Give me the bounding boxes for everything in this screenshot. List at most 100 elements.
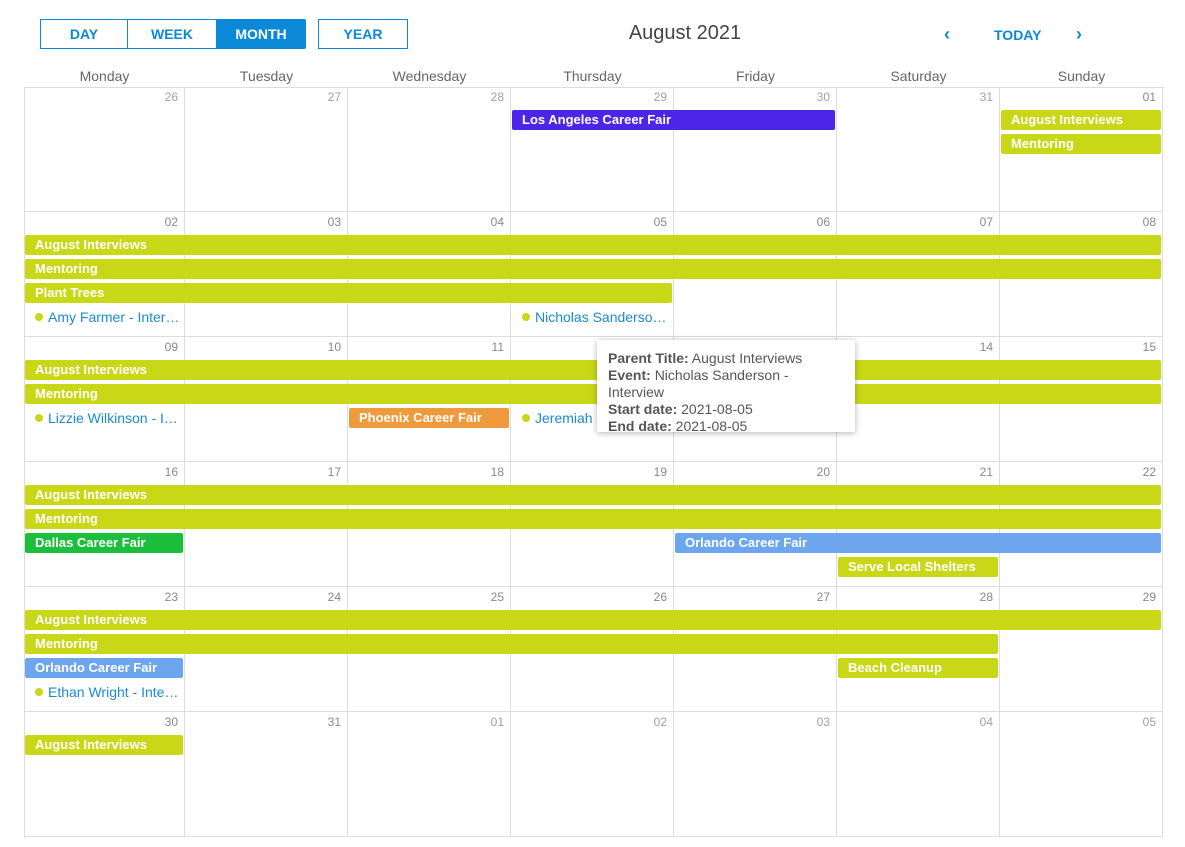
day-number: 21	[979, 465, 993, 479]
event-bar[interactable]: August Interviews	[1001, 110, 1161, 130]
day-number: 10	[327, 340, 341, 354]
day-cell[interactable]: 29	[1000, 587, 1163, 712]
event-bar[interactable]: Los Angeles Career Fair	[512, 110, 835, 130]
day-cell[interactable]: 29	[511, 87, 674, 212]
day-number: 30	[816, 90, 830, 104]
event-bar[interactable]: Mentoring	[25, 634, 998, 654]
event-bar[interactable]: Serve Local Shelters	[838, 557, 998, 577]
event-title: Los Angeles Career Fair	[522, 112, 672, 127]
event-bar[interactable]: Mentoring	[25, 384, 1161, 404]
event-title: August Interviews	[35, 237, 147, 252]
day-number: 16	[164, 465, 178, 479]
event-title: August Interviews	[35, 487, 147, 502]
event-title: Serve Local Shelters	[848, 559, 976, 574]
day-number: 18	[490, 465, 504, 479]
day-header-wednesday: Wednesday	[392, 68, 467, 84]
day-number: 02	[164, 215, 178, 229]
event-item[interactable]: Ethan Wright - Interview	[25, 682, 183, 702]
day-number: 07	[979, 215, 993, 229]
day-cell[interactable]: 05	[1000, 712, 1163, 837]
day-cell[interactable]: 01	[348, 712, 511, 837]
chevron-left-icon[interactable]: ‹	[944, 24, 950, 45]
tooltip-start: 2021-08-05	[681, 401, 753, 417]
event-title: Orlando Career Fair	[35, 660, 158, 675]
day-number: 26	[164, 90, 178, 104]
day-number: 23	[164, 590, 178, 604]
tooltip-end-label: End date:	[608, 418, 672, 434]
event-title: Ethan Wright - Interview	[48, 684, 183, 700]
day-number: 03	[816, 715, 830, 729]
event-title: Nicholas Sanderson - Interview	[535, 309, 672, 325]
day-number: 04	[490, 215, 504, 229]
day-number: 27	[327, 90, 341, 104]
day-header-friday: Friday	[736, 68, 775, 84]
day-number: 04	[979, 715, 993, 729]
day-cell[interactable]: 30	[24, 712, 185, 837]
day-cell[interactable]: 31	[837, 87, 1000, 212]
event-bar[interactable]: August Interviews	[25, 610, 1161, 630]
day-number: 08	[1142, 215, 1156, 229]
event-bar[interactable]: Orlando Career Fair	[25, 658, 183, 678]
event-dot-icon	[522, 313, 530, 321]
day-cell[interactable]: 31	[185, 712, 348, 837]
day-number: 29	[1142, 590, 1156, 604]
day-number: 28	[490, 90, 504, 104]
day-number: 19	[653, 465, 667, 479]
event-bar[interactable]: August Interviews	[25, 735, 183, 755]
event-bar[interactable]: Mentoring	[25, 509, 1161, 529]
chevron-right-icon[interactable]: ›	[1076, 24, 1082, 45]
day-number: 28	[979, 590, 993, 604]
day-number: 15	[1142, 340, 1156, 354]
day-header-thursday: Thursday	[563, 68, 622, 84]
event-title: Mentoring	[1011, 136, 1074, 151]
day-number: 09	[164, 340, 178, 354]
day-number: 26	[653, 590, 667, 604]
event-title: Mentoring	[35, 386, 98, 401]
event-title: Orlando Career Fair	[685, 535, 808, 550]
event-item[interactable]: Amy Farmer - Interview	[25, 307, 183, 327]
view-day-button[interactable]: DAY	[40, 19, 128, 49]
day-number: 29	[653, 90, 667, 104]
today-button[interactable]: TODAY	[994, 27, 1041, 43]
event-item[interactable]: Nicholas Sanderson - Interview	[512, 307, 672, 327]
day-header-saturday: Saturday	[890, 68, 947, 84]
day-cell[interactable]: 26	[24, 87, 185, 212]
event-bar[interactable]: Beach Cleanup	[838, 658, 998, 678]
event-bar[interactable]: Orlando Career Fair	[675, 533, 1161, 553]
day-number: 22	[1142, 465, 1156, 479]
day-number: 06	[816, 215, 830, 229]
event-bar[interactable]: Mentoring	[25, 259, 1161, 279]
day-number: 02	[653, 715, 667, 729]
view-year-button[interactable]: YEAR	[318, 19, 408, 49]
view-week-button[interactable]: WEEK	[127, 19, 217, 49]
day-number: 31	[979, 90, 993, 104]
event-dot-icon	[522, 414, 530, 422]
day-cell[interactable]: 03	[674, 712, 837, 837]
day-cell[interactable]: 30	[674, 87, 837, 212]
month-grid: Monday Tuesday Wednesday Thursday Friday Satu…	[24, 66, 1164, 838]
event-title: Mentoring	[35, 261, 98, 276]
day-cell[interactable]: 27	[185, 87, 348, 212]
event-bar[interactable]: Mentoring	[1001, 134, 1161, 154]
view-month-button[interactable]: MONTH	[216, 19, 306, 49]
event-dot-icon	[35, 414, 43, 422]
event-bar[interactable]: Dallas Career Fair	[25, 533, 183, 553]
event-title: Amy Farmer - Interview	[48, 309, 183, 325]
event-bar[interactable]: Phoenix Career Fair	[349, 408, 509, 428]
event-bar[interactable]: August Interviews	[25, 360, 1161, 380]
event-bar[interactable]: August Interviews	[25, 235, 1161, 255]
day-header-tuesday: Tuesday	[239, 68, 294, 84]
day-cell[interactable]: 28	[348, 87, 511, 212]
tooltip-parent-label: Parent Title:	[608, 350, 689, 366]
day-cell[interactable]: 02	[511, 712, 674, 837]
day-number: 24	[327, 590, 341, 604]
event-bar[interactable]: August Interviews	[25, 485, 1161, 505]
event-title: August Interviews	[35, 737, 147, 752]
day-cell[interactable]: 04	[837, 712, 1000, 837]
event-item[interactable]: Lizzie Wilkinson - Interview	[25, 408, 183, 428]
event-bar[interactable]: Plant Trees	[25, 283, 672, 303]
event-dot-icon	[35, 688, 43, 696]
day-header-monday: Monday	[79, 68, 130, 84]
event-tooltip: Parent Title: August Interviews Event: N…	[597, 340, 855, 434]
event-title: August Interviews	[35, 612, 147, 627]
